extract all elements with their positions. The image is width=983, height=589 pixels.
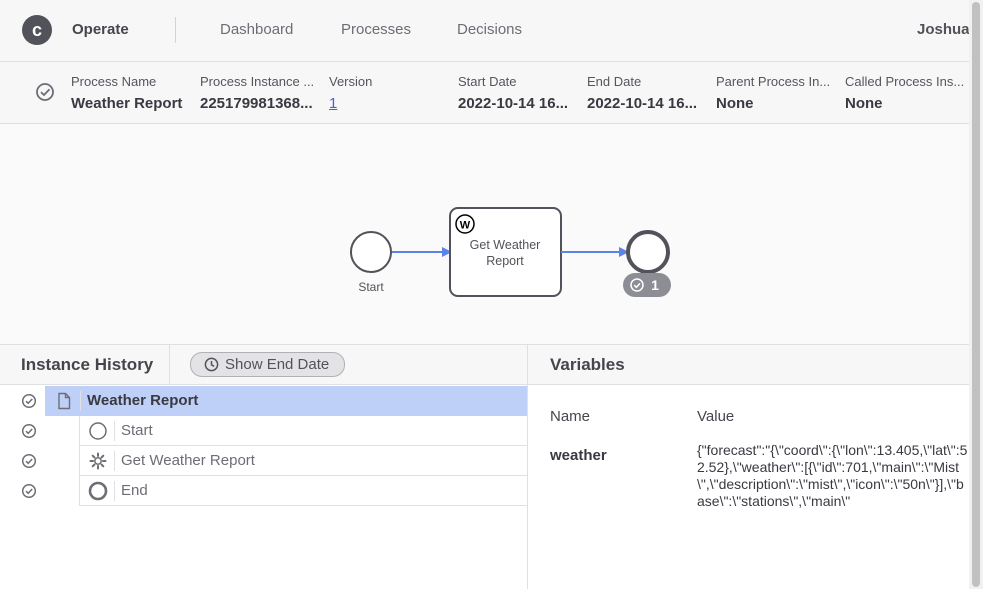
bpmn-diagram: Start W Get Weather Report 1 (350, 207, 671, 297)
header-divider (169, 345, 170, 385)
called-process-label: Called Process Ins... (845, 74, 965, 89)
parent-process-column: Parent Process In... None (716, 73, 840, 113)
node-divider (80, 391, 81, 411)
top-navigation-bar: c Operate Dashboard Processes Decisions … (0, 0, 983, 62)
instance-history-panel: Instance History Show End Date Weather R… (0, 345, 528, 589)
end-date-label: End Date (587, 74, 642, 89)
completed-check-icon (21, 423, 37, 439)
completed-check-icon (36, 83, 54, 101)
nav-divider (175, 17, 176, 43)
instance-history-header: Instance History Show End Date (0, 345, 527, 385)
show-end-date-button[interactable]: Show End Date (190, 352, 345, 377)
process-name-column: Process Name Weather Report (71, 73, 191, 113)
start-event[interactable] (350, 231, 392, 273)
history-node-name: End (121, 482, 148, 499)
process-name-value: Weather Report (71, 95, 183, 112)
completed-count-badge[interactable] (623, 273, 671, 297)
gear-icon (89, 452, 107, 470)
node-divider (114, 451, 115, 471)
completed-check-icon (21, 453, 37, 469)
history-row-end[interactable]: End (0, 476, 527, 506)
page-scrollbar[interactable] (969, 0, 983, 589)
app-name[interactable]: Operate (72, 21, 129, 38)
end-date-value: 2022-10-14 16... (587, 95, 698, 112)
end-event[interactable] (626, 230, 670, 274)
process-instance-key-value: 225179981368... (200, 95, 313, 112)
variables-header: Variables (528, 345, 969, 385)
nav-decisions[interactable]: Decisions (457, 21, 522, 38)
history-node[interactable]: Start (79, 416, 527, 446)
version-column: Version 1 (329, 73, 449, 113)
variables-name-header: Name (550, 408, 591, 425)
completed-check-icon (21, 483, 37, 499)
nav-processes[interactable]: Processes (341, 21, 411, 38)
node-divider (114, 481, 115, 501)
parent-process-value: None (716, 95, 754, 112)
variable-value[interactable]: {"forecast":"{\"coord\":{\"lon\":13.405,… (697, 442, 969, 526)
task-label-line1: Get Weather (470, 238, 541, 252)
version-link[interactable]: 1 (329, 94, 449, 113)
start-date-column: Start Date 2022-10-14 16... (458, 73, 582, 113)
start-date-value: 2022-10-14 16... (458, 95, 569, 112)
completed-check-icon (21, 393, 37, 409)
variables-title: Variables (550, 355, 625, 374)
user-menu[interactable]: Joshua (917, 21, 970, 38)
history-node[interactable]: Weather Report (45, 386, 527, 416)
history-row-start[interactable]: Start (0, 416, 527, 446)
completed-count: 1 (651, 277, 659, 293)
instance-history-title: Instance History (21, 355, 154, 374)
parent-process-label: Parent Process In... (716, 74, 831, 89)
instance-header: Process Name Weather Report Process Inst… (0, 62, 969, 124)
start-date-label: Start Date (458, 74, 517, 89)
camunda-logo-icon[interactable]: c (22, 15, 52, 45)
history-node[interactable]: End (79, 476, 527, 506)
document-icon (58, 392, 71, 410)
history-row-task[interactable]: Get Weather Report (0, 446, 527, 476)
node-divider (114, 421, 115, 441)
process-instance-key-label: Process Instance ... (200, 74, 315, 89)
scrollbar-thumb[interactable] (972, 2, 980, 587)
history-node-name: Start (121, 422, 153, 439)
task-label-line2: Report (486, 254, 524, 268)
history-node-name: Weather Report (87, 392, 199, 409)
nav-dashboard[interactable]: Dashboard (220, 21, 293, 38)
end-event-icon (88, 481, 108, 501)
called-process-value: None (845, 95, 883, 112)
history-row-process[interactable]: Weather Report (0, 386, 527, 416)
start-event-icon (89, 422, 107, 440)
clock-icon (204, 357, 219, 372)
version-label: Version (329, 74, 373, 89)
start-event-label: Start (358, 280, 384, 294)
bpmn-diagram-canvas[interactable]: Start W Get Weather Report 1 (0, 124, 969, 345)
variable-name: weather (550, 447, 607, 464)
process-name-label: Process Name (71, 74, 157, 89)
history-node-name: Get Weather Report (121, 452, 255, 469)
task-badge-letter: W (460, 220, 471, 232)
variables-value-header: Value (697, 408, 735, 425)
show-end-date-label: Show End Date (225, 356, 330, 373)
variables-panel: Variables Name Value weather {"forecast"… (528, 345, 969, 589)
end-date-column: End Date 2022-10-14 16... (587, 73, 711, 113)
history-node[interactable]: Get Weather Report (79, 446, 527, 476)
called-process-column: Called Process Ins... None (845, 73, 969, 113)
process-instance-key-column: Process Instance ... 225179981368... (200, 73, 326, 113)
